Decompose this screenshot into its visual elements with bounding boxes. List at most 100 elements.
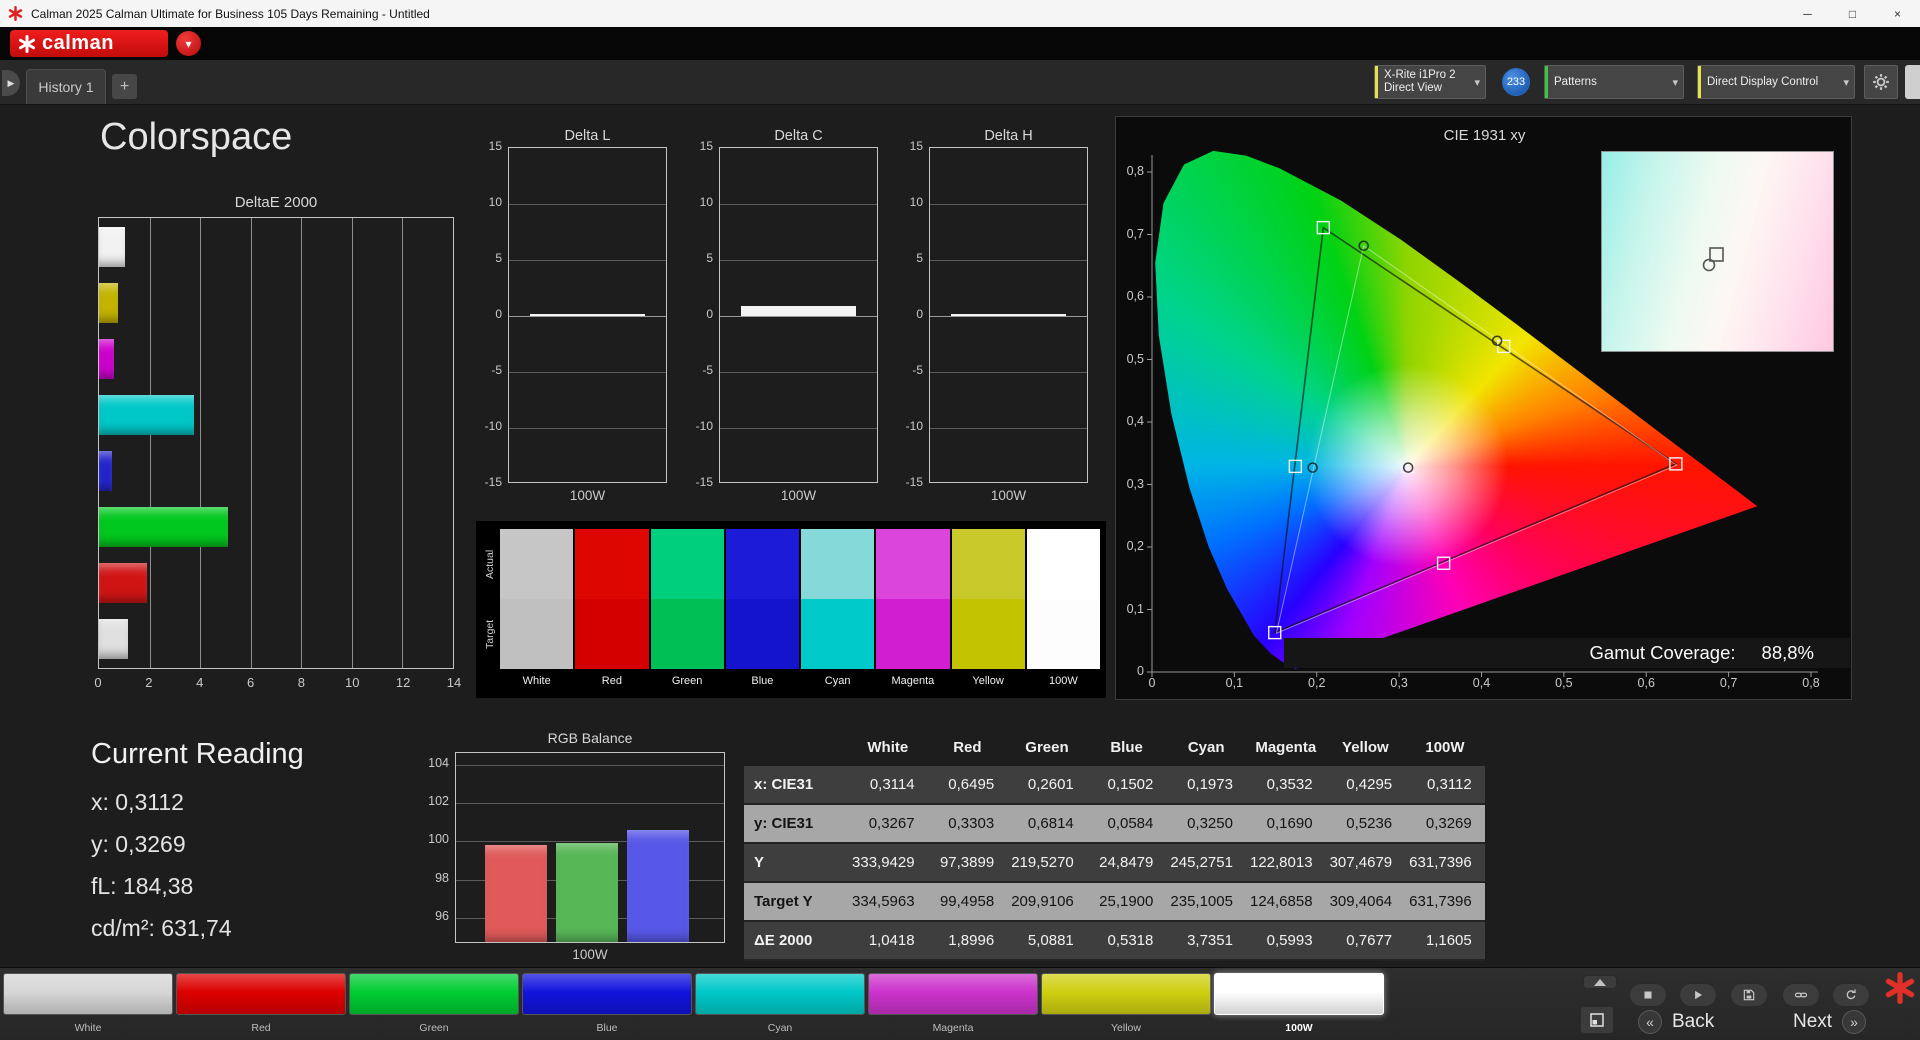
deltae-xticks: 0 2 4 6 8 10 12 14 xyxy=(94,675,461,691)
pattern-button-magenta[interactable] xyxy=(868,973,1038,1015)
table-cell: 99,4958 xyxy=(939,893,995,910)
minimize-button[interactable]: ─ xyxy=(1785,0,1830,27)
y-tick-label: -15 xyxy=(695,475,713,489)
y-tick-label: -10 xyxy=(695,419,713,433)
gridline xyxy=(509,316,666,317)
add-tab-button[interactable]: + xyxy=(112,74,137,99)
maximize-button[interactable]: □ xyxy=(1830,0,1875,27)
x-axis-label: 100W xyxy=(572,947,608,962)
deltae-bar-green xyxy=(99,507,228,547)
play-arrow-icon: ▶ xyxy=(7,77,15,88)
pattern-button-yellow[interactable] xyxy=(1041,973,1211,1015)
y-tick-label: 0 xyxy=(916,307,923,321)
swatch-column-magenta: Magenta xyxy=(876,529,950,696)
gridline xyxy=(149,218,151,668)
y-tick-label: 0,4 xyxy=(1126,414,1144,428)
gridline xyxy=(509,204,666,205)
calman-logo[interactable]: calman xyxy=(10,30,168,57)
patterns-dropdown[interactable]: Patterns ▾ xyxy=(1544,65,1684,99)
pattern-button-red[interactable] xyxy=(176,973,346,1015)
pattern-button-blue[interactable] xyxy=(522,973,692,1015)
gridline xyxy=(930,204,1087,205)
y-tick-label: -10 xyxy=(905,419,923,433)
y-tick-label: -5 xyxy=(491,363,502,377)
pattern-button-green[interactable] xyxy=(349,973,519,1015)
gridline xyxy=(509,372,666,373)
deltae-bar-100w xyxy=(99,619,129,659)
settings-button[interactable] xyxy=(1864,65,1898,99)
eject-icon xyxy=(1594,978,1606,986)
table-cell: 0,5236 xyxy=(1346,815,1393,832)
x-axis-label: 100W xyxy=(990,488,1027,503)
table-row-label: Y xyxy=(754,854,765,871)
layout-grid-icon xyxy=(1590,1013,1604,1027)
y-tick-label: 10 xyxy=(699,195,713,209)
swatch-target xyxy=(801,599,875,669)
delta-bar xyxy=(530,314,645,316)
table-column-header: Magenta xyxy=(1255,738,1317,756)
y-tick-label: 0,1 xyxy=(1126,601,1144,616)
pattern-label: 100W xyxy=(1285,1022,1313,1034)
y-tick-label: 102 xyxy=(428,793,449,808)
close-button[interactable]: × xyxy=(1875,0,1920,27)
meter-dropdown[interactable]: X-Rite i1Pro 2 Direct View ▾ xyxy=(1374,65,1486,99)
tab-history-1[interactable]: History 1 xyxy=(26,69,106,104)
display-control-dropdown[interactable]: Direct Display Control ▾ xyxy=(1697,65,1855,99)
x-tick-label: 0,6 xyxy=(1637,676,1655,690)
main-menu-button[interactable]: ▾ xyxy=(176,31,201,56)
table-cell: 631,7396 xyxy=(1409,893,1472,910)
swatch-column-100w: 100W xyxy=(1026,529,1100,696)
link-button[interactable] xyxy=(1782,983,1820,1007)
y-axis: 15 10 5 0 -5 -10 -15 xyxy=(683,139,713,489)
table-cell: 0,0584 xyxy=(1107,815,1154,832)
rgb-bar-blue xyxy=(627,829,689,942)
pattern-button-cyan[interactable] xyxy=(695,973,865,1015)
calman-asterisk-icon[interactable] xyxy=(1884,972,1916,1004)
gamut-coverage-value: 88,8% xyxy=(1761,642,1814,663)
play-button[interactable] xyxy=(1679,983,1717,1007)
pattern-button-white[interactable] xyxy=(3,973,173,1015)
chevron-left-icon: « xyxy=(1638,1010,1662,1034)
gamut-coverage: Gamut Coverage: 88,8% xyxy=(1284,638,1850,668)
back-button[interactable]: « Back xyxy=(1638,1007,1714,1037)
edge-panel-button[interactable] xyxy=(1905,65,1920,99)
cie-1931-panel: CIE 1931 xy 0,8 0,7 0,6 0,5 0,4 0,3 0,2 0,1 0 00… xyxy=(1115,116,1852,700)
table-cell: 0,3267 xyxy=(868,815,915,832)
deltae-bar-magenta xyxy=(99,339,115,379)
pattern-label: Yellow xyxy=(1111,1022,1141,1034)
table-column-header: Blue xyxy=(1110,738,1143,756)
save-icon xyxy=(1743,989,1755,1001)
gear-icon xyxy=(1873,74,1889,90)
y-tick-label: 15 xyxy=(488,139,502,153)
rgb-yticks: 104 102 100 98 96 xyxy=(411,752,449,943)
y-tick-label: -5 xyxy=(912,363,923,377)
y-tick-label: 96 xyxy=(435,909,449,924)
table-cell: 334,5963 xyxy=(852,893,915,910)
deltae-bar-cyan xyxy=(99,395,194,435)
collapse-tray-button[interactable] xyxy=(1583,975,1617,989)
y-tick-label: 10 xyxy=(909,195,923,209)
chart-title: Delta L xyxy=(564,128,611,144)
pattern-label: Magenta xyxy=(932,1022,974,1034)
save-button[interactable] xyxy=(1730,983,1768,1007)
table-column-header: Green xyxy=(1025,738,1069,756)
swatch-actual xyxy=(575,529,649,599)
refresh-button[interactable] xyxy=(1832,983,1870,1007)
chevron-down-icon: ▾ xyxy=(1843,76,1849,89)
swatch-label: Yellow xyxy=(972,675,1004,687)
page-title: Colorspace xyxy=(100,116,293,158)
swatch-column-cyan: Cyan xyxy=(801,529,875,696)
titlebar: Calman 2025 Calman Ultimate for Business… xyxy=(0,0,1920,27)
meter-line2: Direct View xyxy=(1384,82,1442,94)
gridline xyxy=(720,372,877,373)
swatch-column-white: White xyxy=(500,529,574,696)
stop-button[interactable] xyxy=(1629,983,1667,1007)
table-cell: 5,0881 xyxy=(1027,932,1074,949)
measurement-count-badge[interactable]: 233 xyxy=(1502,68,1530,96)
layout-button[interactable] xyxy=(1580,1006,1614,1034)
swatch-target xyxy=(575,599,649,669)
chevron-down-icon: ▾ xyxy=(1672,76,1678,89)
next-button[interactable]: Next » xyxy=(1793,1007,1867,1037)
deltae-bar-blue xyxy=(99,451,113,491)
pattern-button-100w[interactable] xyxy=(1214,973,1384,1015)
